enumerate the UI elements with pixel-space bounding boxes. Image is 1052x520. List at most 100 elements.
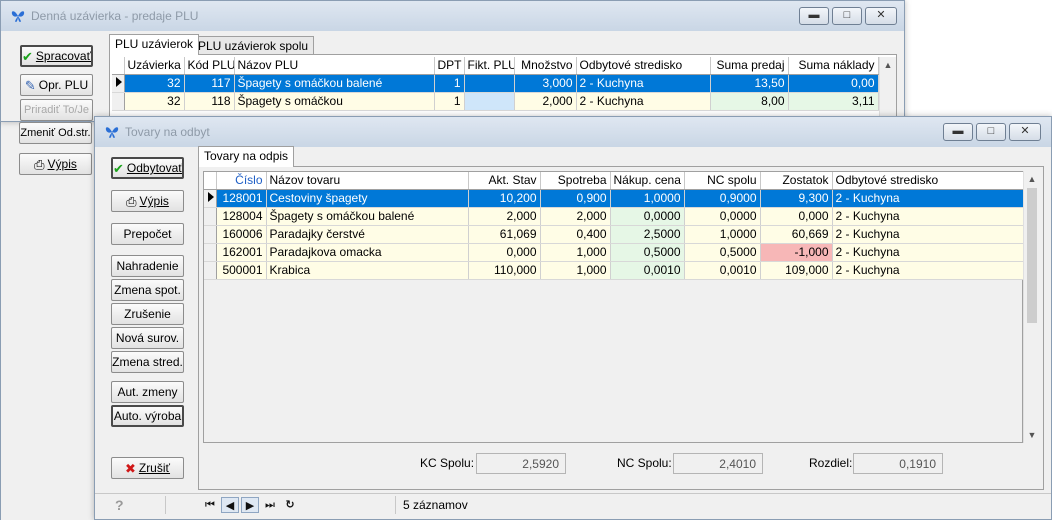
cell-akt-stav[interactable]: 2,000 [468, 207, 541, 226]
tab-tovary-na-odpis[interactable]: Tovary na odpis [198, 146, 295, 167]
nahradenie-button[interactable]: Nahradenie [111, 255, 184, 277]
cell-nazov-tovaru[interactable]: Špagety s omáčkou balené [266, 207, 469, 226]
cell-cislo[interactable]: 128001 [216, 189, 267, 208]
opr-plu-button[interactable]: ✎ Opr. PLU [20, 74, 93, 96]
table-row[interactable]: 160006 Paradajky čerstvé 61,069 0,400 2,… [204, 225, 1025, 244]
minimize-button[interactable]: ▬ [943, 123, 973, 141]
header-akt-stav[interactable]: Akt. Stav [468, 172, 541, 190]
cell-odbytove-stredisko[interactable]: 2 - Kuchyna [576, 92, 711, 111]
table-row[interactable]: 500001 Krabica 110,000 1,000 0,0010 0,00… [204, 261, 1025, 280]
header-spotreba[interactable]: Spotreba [540, 172, 611, 190]
cell-akt-stav[interactable]: 61,069 [468, 225, 541, 244]
cell-nazov-plu[interactable]: Špagety s omáčkou [234, 92, 435, 111]
cell-zostatok[interactable]: 0,000 [760, 207, 833, 226]
header-suma-predaj[interactable]: Suma predaj [710, 57, 789, 75]
cell-nakup-cena[interactable]: 1,0000 [610, 189, 685, 208]
scroll-up-icon[interactable]: ▲ [880, 57, 896, 73]
close-button[interactable]: ✕ [1009, 123, 1041, 141]
cell-nc-spolu[interactable]: 0,0000 [684, 207, 761, 226]
header-mnozstvo[interactable]: Množstvo [514, 57, 577, 75]
cell-suma-predaj[interactable]: 13,50 [710, 74, 789, 93]
scrollbar-thumb[interactable] [1027, 188, 1037, 323]
cell-nazov-plu[interactable]: Špagety s omáčkou balené [234, 74, 435, 93]
header-nazov-tovaru[interactable]: Názov tovaru [266, 172, 469, 190]
cell-nakup-cena[interactable]: 0,0000 [610, 207, 685, 226]
cell-nc-spolu[interactable]: 1,0000 [684, 225, 761, 244]
header-cislo[interactable]: Číslo [216, 172, 267, 190]
table-row[interactable]: 32 118 Špagety s omáčkou 1 2,000 2 - Kuc… [112, 92, 879, 111]
zmena-stred-button[interactable]: Zmena stred. [111, 351, 184, 373]
cell-suma-predaj[interactable]: 8,00 [710, 92, 789, 111]
header-kod-plu[interactable]: Kód PLU [184, 57, 235, 75]
cell-akt-stav[interactable]: 110,000 [468, 261, 541, 280]
tovary-grid-scrollbar[interactable]: ▲ ▼ [1023, 171, 1040, 443]
cell-nazov-tovaru[interactable]: Paradajkova omacka [266, 243, 469, 262]
cell-zostatok[interactable]: 9,300 [760, 189, 833, 208]
priradit-button[interactable]: Priradiť To/Je [20, 99, 93, 121]
nav-prev-icon[interactable]: ◀ [221, 497, 239, 513]
nova-surov-button[interactable]: Nová surov. [111, 327, 184, 349]
cell-spotreba[interactable]: 1,000 [540, 261, 611, 280]
cell-cislo[interactable]: 162001 [216, 243, 267, 262]
back-grid-scrollbar[interactable]: ▲ [879, 57, 896, 119]
cell-uzavierka[interactable]: 32 [124, 74, 185, 93]
zrusit-button[interactable]: ✖ Zrušiť [111, 457, 184, 479]
cell-cislo[interactable]: 128004 [216, 207, 267, 226]
cell-spotreba[interactable]: 0,400 [540, 225, 611, 244]
cell-spotreba[interactable]: 1,000 [540, 243, 611, 262]
cell-spotreba[interactable]: 0,900 [540, 189, 611, 208]
cell-nc-spolu[interactable]: 0,0010 [684, 261, 761, 280]
header-odbytove-stredisko[interactable]: Odbytové stredisko [832, 172, 1025, 190]
cell-odbytove-stredisko[interactable]: 2 - Kuchyna [832, 207, 1025, 226]
zmena-spot-button[interactable]: Zmena spot. [111, 279, 184, 301]
cell-suma-naklady[interactable]: 3,11 [788, 92, 879, 111]
cell-kod-plu[interactable]: 117 [184, 74, 235, 93]
cell-akt-stav[interactable]: 10,200 [468, 189, 541, 208]
header-nc-spolu[interactable]: NC spolu [684, 172, 761, 190]
spracovat-button[interactable]: ✔ Spracovať [20, 45, 93, 67]
table-row[interactable]: 128004 Špagety s omáčkou balené 2,000 2,… [204, 207, 1025, 226]
tab-plu-uzavierok[interactable]: PLU uzávierok [109, 34, 200, 55]
help-icon[interactable]: ? [115, 497, 124, 513]
prepocet-button[interactable]: Prepočet [111, 223, 184, 245]
cell-odbytove-stredisko[interactable]: 2 - Kuchyna [576, 74, 711, 93]
zrusenie-button[interactable]: Zrušenie [111, 303, 184, 325]
cell-zostatok[interactable]: 60,669 [760, 225, 833, 244]
nav-first-icon[interactable]: ⏮ [201, 497, 219, 513]
cell-uzavierka[interactable]: 32 [124, 92, 185, 111]
cell-nakup-cena[interactable]: 0,5000 [610, 243, 685, 262]
header-nazov-plu[interactable]: Názov PLU [234, 57, 435, 75]
scroll-up-icon[interactable]: ▲ [1024, 171, 1040, 187]
minimize-button[interactable]: ▬ [799, 7, 829, 25]
nav-last-icon[interactable]: ⏭ [261, 497, 279, 513]
header-suma-naklady[interactable]: Suma náklady [788, 57, 879, 75]
cell-mnozstvo[interactable]: 2,000 [514, 92, 577, 111]
maximize-button[interactable]: □ [976, 123, 1006, 141]
scroll-down-icon[interactable]: ▼ [1024, 427, 1040, 443]
cell-nakup-cena[interactable]: 2,5000 [610, 225, 685, 244]
cell-fikt-plu[interactable] [464, 92, 515, 111]
tab-plu-uzavierok-spolu[interactable]: PLU uzávierok spolu [192, 36, 315, 54]
back-vypis-button[interactable]: ⎙ Výpis [19, 153, 92, 175]
cell-cislo[interactable]: 160006 [216, 225, 267, 244]
cell-odbytove-stredisko[interactable]: 2 - Kuchyna [832, 243, 1025, 262]
cell-nazov-tovaru[interactable]: Cestoviny špagety [266, 189, 469, 208]
refresh-icon[interactable]: ↻ [281, 497, 299, 513]
header-zostatok[interactable]: Zostatok [760, 172, 833, 190]
header-fikt-plu[interactable]: Fikt. PLU [464, 57, 515, 75]
cell-odbytove-stredisko[interactable]: 2 - Kuchyna [832, 189, 1025, 208]
auto-vyroba-button[interactable]: Auto. výroba [111, 405, 184, 427]
cell-mnozstvo[interactable]: 3,000 [514, 74, 577, 93]
cell-nazov-tovaru[interactable]: Paradajky čerstvé [266, 225, 469, 244]
zmenit-od-str-button[interactable]: Zmeniť Od.str. [19, 122, 92, 144]
cell-nc-spolu[interactable]: 0,5000 [684, 243, 761, 262]
aut-zmeny-button[interactable]: Aut. zmeny [111, 381, 184, 403]
table-row[interactable]: 128001 Cestoviny špagety 10,200 0,900 1,… [204, 189, 1025, 208]
header-nakup-cena[interactable]: Nákup. cena [610, 172, 685, 190]
cell-zostatok-negative[interactable]: -1,000 [760, 243, 833, 262]
cell-spotreba[interactable]: 2,000 [540, 207, 611, 226]
header-dpt[interactable]: DPT [434, 57, 465, 75]
cell-akt-stav[interactable]: 0,000 [468, 243, 541, 262]
cell-odbytove-stredisko[interactable]: 2 - Kuchyna [832, 261, 1025, 280]
table-row[interactable]: 162001 Paradajkova omacka 0,000 1,000 0,… [204, 243, 1025, 262]
